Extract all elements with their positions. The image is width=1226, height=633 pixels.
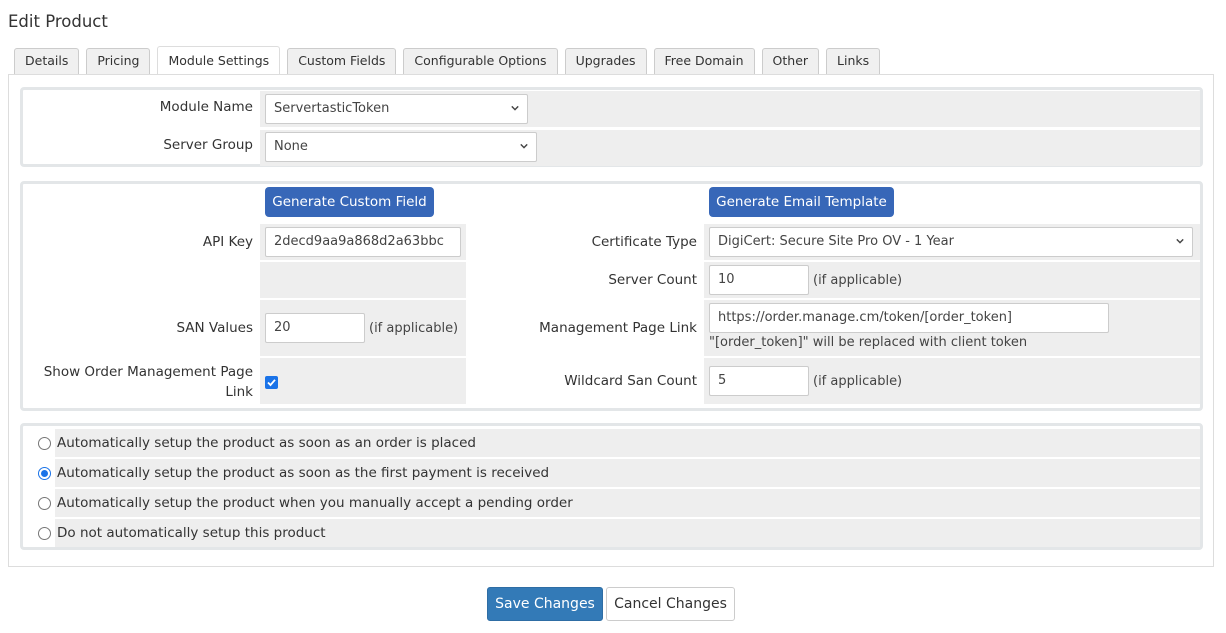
setup-option-label: Automatically setup the product as soon … <box>57 435 476 451</box>
management-link-label: Management Page Link <box>539 320 697 336</box>
checkmark-icon <box>267 379 276 387</box>
generate-email-template-button[interactable]: Generate Email Template <box>709 187 894 217</box>
setup-option-on-accept[interactable]: Automatically setup the product when you… <box>38 489 1200 517</box>
setup-option-on-payment[interactable]: Automatically setup the product as soon … <box>38 459 1200 487</box>
tab-bar: Details Pricing Module Settings Custom F… <box>8 46 1214 75</box>
radio-button-selected[interactable] <box>38 467 51 480</box>
tab-upgrades[interactable]: Upgrades <box>564 48 647 74</box>
server-group-value: None <box>274 139 308 154</box>
api-key-label: API Key <box>202 234 253 250</box>
radio-button[interactable] <box>38 527 51 540</box>
generate-custom-field-button[interactable]: Generate Custom Field <box>265 187 434 217</box>
certificate-type-label: Certificate Type <box>591 234 697 250</box>
tab-configurable-options[interactable]: Configurable Options <box>403 48 558 74</box>
san-values-hint: (if applicable) <box>369 321 459 336</box>
show-link-label-line2: Link <box>225 384 253 400</box>
radio-button[interactable] <box>38 437 51 450</box>
wildcard-input[interactable]: 5 <box>709 366 809 396</box>
radio-button[interactable] <box>38 497 51 510</box>
san-values-input[interactable]: 20 <box>265 313 365 343</box>
tab-links[interactable]: Links <box>826 48 881 74</box>
setup-option-label: Automatically setup the product as soon … <box>57 465 550 481</box>
cancel-changes-button[interactable]: Cancel Changes <box>606 587 735 621</box>
certificate-type-select[interactable]: DigiCert: Secure Site Pro OV - 1 Year <box>709 227 1193 257</box>
setup-options-box: Automatically setup the product as soon … <box>20 423 1203 550</box>
server-count-label: Server Count <box>608 272 697 288</box>
server-count-input[interactable]: 10 <box>709 265 809 295</box>
api-key-input[interactable]: 2decd9aa9a868d2a63bbc <box>265 227 461 257</box>
page-title: Edit Product <box>8 12 108 31</box>
module-box: Module Name ServertasticToken Server Gro… <box>20 87 1203 167</box>
module-name-select[interactable]: ServertasticToken <box>265 94 528 124</box>
config-box: Generate Custom Field Generate Email Tem… <box>20 181 1203 411</box>
server-group-select[interactable]: None <box>265 132 537 162</box>
management-link-input[interactable]: https://order.manage.cm/token/[order_tok… <box>709 303 1109 333</box>
empty-cell <box>260 262 466 298</box>
show-link-label: Show Order Management Page Link <box>23 362 253 402</box>
module-name-label: Module Name <box>159 99 253 115</box>
save-changes-button[interactable]: Save Changes <box>487 587 603 621</box>
chevron-down-icon <box>520 143 528 149</box>
san-values-label: SAN Values <box>176 320 253 336</box>
management-link-help: "[order_token]" will be replaced with cl… <box>709 335 1028 350</box>
tab-other[interactable]: Other <box>761 48 820 74</box>
tab-pricing[interactable]: Pricing <box>86 48 151 74</box>
setup-option-none[interactable]: Do not automatically setup this product <box>38 519 1200 547</box>
server-count-hint: (if applicable) <box>813 273 903 288</box>
certificate-type-value: DigiCert: Secure Site Pro OV - 1 Year <box>718 234 954 249</box>
wildcard-hint: (if applicable) <box>813 374 903 389</box>
setup-option-on-order[interactable]: Automatically setup the product as soon … <box>38 429 1200 457</box>
setup-option-label: Automatically setup the product when you… <box>57 495 573 511</box>
chevron-down-icon <box>1176 238 1184 244</box>
show-link-label-line1: Show Order Management Page <box>43 364 253 380</box>
server-group-label: Server Group <box>163 137 253 153</box>
show-link-cell <box>260 358 466 404</box>
wildcard-label: Wildcard San Count <box>564 373 697 389</box>
chevron-down-icon <box>511 105 519 111</box>
module-settings-panel: Module Name ServertasticToken Server Gro… <box>8 75 1214 567</box>
tab-module-settings[interactable]: Module Settings <box>157 46 281 74</box>
show-link-checkbox[interactable] <box>265 376 278 389</box>
tab-free-domain[interactable]: Free Domain <box>653 48 755 74</box>
tab-custom-fields[interactable]: Custom Fields <box>287 48 397 74</box>
setup-option-label: Do not automatically setup this product <box>57 525 326 541</box>
tab-details[interactable]: Details <box>14 48 80 74</box>
module-name-value: ServertasticToken <box>274 101 390 116</box>
